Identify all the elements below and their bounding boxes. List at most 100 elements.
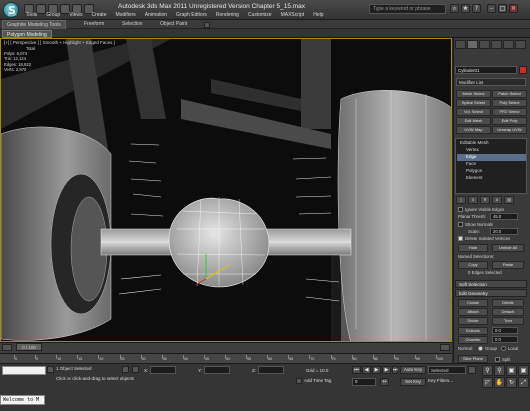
edit-poly-button[interactable]: Edit Poly <box>492 117 527 125</box>
hide-button[interactable]: Hide <box>458 244 488 252</box>
key-filters-button[interactable]: Key Filters... <box>428 378 453 383</box>
scale-input[interactable]: 20.0 <box>490 228 518 235</box>
menu-graph-editors[interactable]: Graph Editors <box>176 12 207 20</box>
ffd-select-button[interactable]: FFD Select <box>492 108 527 116</box>
stack-item-face[interactable]: Face <box>466 161 476 166</box>
menu-create[interactable]: Create <box>91 12 106 20</box>
mesh-select-button[interactable]: Mesh Select <box>456 90 491 98</box>
extrude-input[interactable]: 0.0 <box>492 327 518 334</box>
absolute-mode-icon[interactable] <box>132 366 139 373</box>
chamfer-button[interactable]: Chamfer <box>458 336 488 344</box>
selection-set-dropdown[interactable]: Selected <box>428 366 466 374</box>
polygon-modeling-panel[interactable]: Polygon Modeling <box>2 30 52 38</box>
show-end-result-icon[interactable]: ‖ <box>468 196 478 204</box>
time-slider-track[interactable] <box>0 342 452 353</box>
object-color-swatch[interactable] <box>519 66 527 74</box>
menu-customize[interactable]: Customize <box>248 12 272 20</box>
go-to-start-icon[interactable]: ⏮ <box>352 366 361 374</box>
time-slider[interactable]: 0 / 100 <box>16 343 42 351</box>
menu-help[interactable]: Help <box>313 12 323 20</box>
zoom-extents-icon[interactable]: ▣ <box>506 365 517 376</box>
menu-modifiers[interactable]: Modifiers <box>115 12 135 20</box>
help-icon[interactable]: ? <box>472 4 481 13</box>
configure-sets-icon[interactable]: ▤ <box>504 196 514 204</box>
hierarchy-tab-icon[interactable] <box>479 40 490 49</box>
unwrap-uvw-button[interactable]: Unwrap UVW <box>492 126 527 134</box>
current-frame-input[interactable]: 0 <box>352 378 376 386</box>
welcome-script-field[interactable]: Welcome to M <box>0 395 45 405</box>
y-coord-input[interactable] <box>204 366 230 374</box>
mini-curve-editor-icon[interactable] <box>2 344 12 351</box>
extrude-button[interactable]: Extrude <box>458 327 488 335</box>
soft-selection-rollout[interactable]: Soft Selection <box>455 280 527 288</box>
menu-rendering[interactable]: Rendering <box>216 12 239 20</box>
tab-graphite-modeling-tools[interactable]: Graphite Modeling Tools <box>2 20 66 29</box>
field-of-view-icon[interactable]: ◸ <box>482 377 493 388</box>
tab-selection[interactable]: Selection <box>118 20 147 29</box>
menu-edit[interactable]: Edit <box>8 12 17 20</box>
maximize-viewport-icon[interactable]: ⤢ <box>518 377 529 388</box>
paste-button[interactable]: Paste <box>492 261 524 269</box>
chamfer-input[interactable]: 0.0 <box>492 336 518 343</box>
show-normals-checkbox[interactable] <box>458 222 463 227</box>
make-unique-icon[interactable]: ∀ <box>480 196 490 204</box>
selection-lock-icon[interactable] <box>122 366 129 373</box>
lock-selection-icon[interactable] <box>47 366 54 373</box>
delete-isolated-checkbox[interactable] <box>458 236 463 241</box>
search-input[interactable]: Type a keyword or phrase <box>369 4 446 14</box>
zoom-all-icon[interactable]: ⚲ <box>494 365 505 376</box>
vol-select-button[interactable]: Vol. Select <box>456 108 491 116</box>
stack-item-element[interactable]: Element <box>466 175 483 180</box>
poly-select-button[interactable]: Poly Select <box>492 99 527 107</box>
search-icon[interactable]: ⌕ <box>450 4 459 13</box>
maximize-icon[interactable]: □ <box>498 4 507 13</box>
menu-group[interactable]: Group <box>46 12 60 20</box>
pan-icon[interactable]: ✋ <box>494 377 505 388</box>
stack-item-editable-mesh[interactable]: Editable Mesh <box>460 140 489 145</box>
zoom-extents-all-icon[interactable]: ▣ <box>518 365 529 376</box>
divide-button[interactable]: Divide <box>458 317 488 325</box>
orbit-icon[interactable]: ↻ <box>506 377 517 388</box>
tab-freeform[interactable]: Freeform <box>80 20 108 29</box>
stack-item-polygon[interactable]: Polygon <box>466 168 482 173</box>
menu-animation[interactable]: Animation <box>145 12 167 20</box>
modifier-stack[interactable]: Editable Mesh Vertex Edge Face Polygon E… <box>455 138 527 194</box>
remove-modifier-icon[interactable]: ō <box>492 196 502 204</box>
minimize-icon[interactable]: – <box>487 4 496 13</box>
split-checkbox[interactable] <box>495 357 500 362</box>
set-key-button[interactable]: Set Key <box>400 378 426 386</box>
edit-geometry-rollout[interactable]: Edit Geometry <box>455 289 527 297</box>
edit-mesh-button[interactable]: Edit Mesh <box>456 117 491 125</box>
local-radio[interactable] <box>501 346 506 351</box>
menu-tools[interactable]: Tools <box>26 12 38 20</box>
add-time-tag[interactable]: Add Time Tag <box>304 378 331 383</box>
timeline-next-icon[interactable] <box>440 344 450 351</box>
copy-button[interactable]: Copy <box>458 261 488 269</box>
create-button[interactable]: Create <box>458 299 488 307</box>
group-radio[interactable] <box>478 346 483 351</box>
play-icon[interactable]: ▶ <box>372 366 381 374</box>
viewport-label[interactable]: [+] [ Perspective ] [ Smooth + Highlight… <box>4 40 115 45</box>
stack-item-vertex[interactable]: Vertex <box>466 147 479 152</box>
slice-plane-button[interactable]: Slice Plane <box>458 355 488 363</box>
perspective-viewport[interactable] <box>0 38 452 342</box>
create-tab-icon[interactable] <box>455 40 466 49</box>
motion-tab-icon[interactable] <box>491 40 502 49</box>
planar-thresh-input[interactable]: 45.0 <box>490 213 518 220</box>
menu-views[interactable]: Views <box>69 12 82 20</box>
display-tab-icon[interactable] <box>503 40 514 49</box>
spline-select-button[interactable]: Spline Select <box>456 99 491 107</box>
patch-select-button[interactable]: Patch Select <box>492 90 527 98</box>
x-coord-input[interactable] <box>150 366 176 374</box>
delete-button[interactable]: Delete <box>492 299 524 307</box>
next-frame-icon[interactable]: ▶ <box>382 366 391 374</box>
auto-key-button[interactable]: Auto Key <box>400 366 426 374</box>
z-coord-input[interactable] <box>258 366 284 374</box>
pin-stack-icon[interactable]: | <box>456 196 466 204</box>
uvw-map-button[interactable]: UVW Map <box>456 126 491 134</box>
stack-item-edge[interactable]: Edge <box>466 154 477 159</box>
ribbon-options-icon[interactable] <box>204 22 210 28</box>
close-icon[interactable]: × <box>509 4 518 13</box>
communication-center-icon[interactable]: ★ <box>461 4 470 13</box>
key-mode-icon[interactable]: ↔ <box>380 378 389 386</box>
